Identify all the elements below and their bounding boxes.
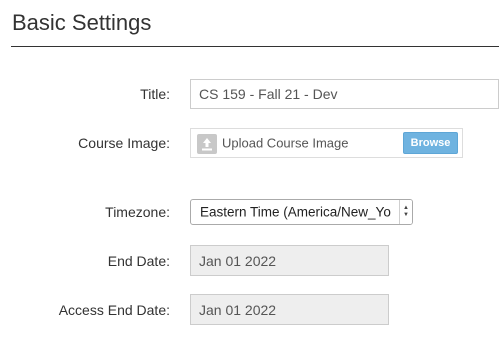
course-image-upload[interactable]: Upload Course Image Browse — [190, 128, 463, 158]
title-label: Title: — [140, 86, 170, 102]
timezone-select-value: Eastern Time (America/New_Yo — [200, 204, 391, 220]
end-date-value: Jan 01 2022 — [199, 252, 277, 269]
access-end-date-label: Access End Date: — [58, 302, 170, 318]
title-divider — [11, 46, 499, 47]
course-image-label: Course Image: — [78, 135, 170, 151]
browse-button[interactable]: Browse — [403, 132, 458, 154]
access-end-date-value: Jan 01 2022 — [199, 301, 277, 318]
page-title: Basic Settings — [12, 10, 152, 35]
timezone-select[interactable]: Eastern Time (America/New_Yo ▲ ▼ — [190, 199, 413, 225]
select-arrows-icon: ▲ ▼ — [399, 200, 412, 224]
upload-course-image-text: Upload Course Image — [222, 135, 349, 151]
upload-icon — [197, 134, 217, 154]
access-end-date-field: Jan 01 2022 — [190, 294, 389, 325]
end-date-label: End Date: — [107, 253, 170, 269]
end-date-field: Jan 01 2022 — [190, 245, 389, 276]
title-input-value: CS 159 - Fall 21 - Dev — [199, 86, 338, 102]
timezone-label: Timezone: — [105, 204, 170, 220]
title-input[interactable]: CS 159 - Fall 21 - Dev — [190, 79, 499, 109]
